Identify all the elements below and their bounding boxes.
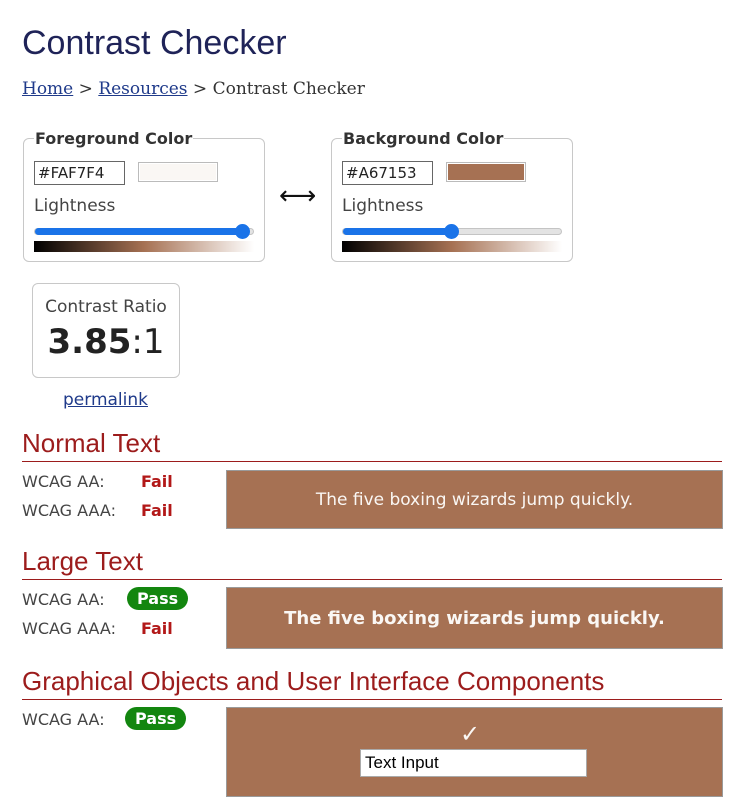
contrast-ratio-value: 3.85:1 — [33, 322, 179, 362]
background-lightness-slider[interactable] — [342, 224, 562, 239]
background-color-swatch[interactable] — [446, 162, 526, 182]
contrast-ratio-suffix: :1 — [131, 322, 165, 362]
checkmark-icon: ✓ — [460, 720, 481, 748]
normal-text-heading: Normal Text — [22, 428, 722, 462]
background-lightness-label: Lightness — [342, 196, 424, 216]
large-aaa-result: Fail — [141, 619, 173, 638]
normal-aaa-result: Fail — [141, 501, 173, 520]
large-aaa-label: WCAG AAA: — [22, 619, 116, 638]
graphical-aa-label: WCAG AA: — [22, 710, 105, 729]
normal-text-sample-text: The five boxing wizards jump quickly. — [315, 489, 634, 510]
background-lightness-gradient — [342, 241, 562, 252]
permalink-link[interactable]: permalink — [63, 390, 148, 410]
foreground-lightness-thumb[interactable] — [235, 224, 250, 239]
page-title: Contrast Checker — [22, 24, 287, 62]
foreground-lightness-gradient — [34, 241, 254, 252]
foreground-hex-input[interactable] — [34, 161, 125, 185]
normal-aa-result: Fail — [141, 472, 173, 491]
breadcrumb-home-link[interactable]: Home — [22, 79, 73, 99]
sample-text-input[interactable] — [360, 749, 587, 777]
large-text-sample-text: The five boxing wizards jump quickly. — [284, 607, 665, 629]
swap-colors-icon[interactable]: ⟷ — [279, 181, 316, 211]
contrast-ratio-label: Contrast Ratio — [45, 297, 167, 317]
normal-aaa-label: WCAG AAA: — [22, 501, 116, 520]
foreground-lightness-slider[interactable] — [34, 224, 254, 239]
foreground-color-panel: Foreground Color Lightness — [23, 129, 265, 262]
background-color-panel: Background Color Lightness — [331, 129, 573, 262]
graphical-objects-heading: Graphical Objects and User Interface Com… — [22, 666, 722, 700]
foreground-color-legend: Foreground Color — [34, 129, 194, 148]
foreground-lightness-fill — [35, 228, 242, 235]
background-hex-input[interactable] — [342, 161, 433, 185]
breadcrumb-current: Contrast Checker — [212, 79, 365, 99]
background-lightness-thumb[interactable] — [444, 224, 459, 239]
foreground-lightness-label: Lightness — [34, 196, 116, 216]
breadcrumb-separator: > — [192, 79, 208, 99]
contrast-ratio-number: 3.85 — [47, 322, 132, 362]
normal-text-sample: The five boxing wizards jump quickly. — [226, 470, 723, 529]
graphical-aa-result-badge: Pass — [125, 707, 187, 730]
normal-aa-label: WCAG AA: — [22, 472, 105, 491]
foreground-color-swatch[interactable] — [138, 162, 218, 182]
breadcrumb: Home > Resources > Contrast Checker — [22, 79, 365, 99]
breadcrumb-resources-link[interactable]: Resources — [98, 79, 187, 99]
background-color-legend: Background Color — [342, 129, 505, 148]
large-aa-result-badge: Pass — [127, 587, 189, 610]
large-text-sample: The five boxing wizards jump quickly. — [226, 587, 723, 649]
breadcrumb-separator: > — [78, 79, 93, 99]
background-lightness-fill — [343, 228, 451, 235]
contrast-ratio-box: Contrast Ratio 3.85:1 — [32, 283, 180, 378]
large-aa-label: WCAG AA: — [22, 590, 105, 609]
large-text-heading: Large Text — [22, 546, 722, 580]
